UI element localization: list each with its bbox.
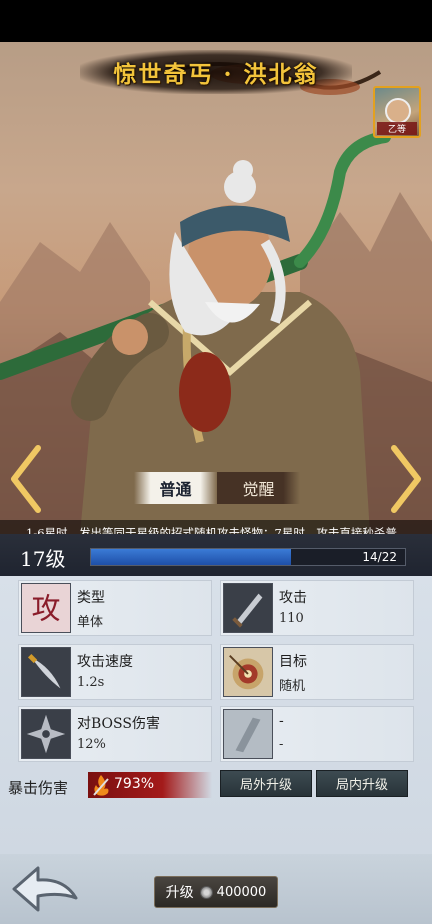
crit-damage-badge: 793%	[88, 772, 212, 798]
stat-value: 单体	[77, 615, 104, 630]
level-label: 17级	[20, 547, 66, 571]
portrait-face	[385, 98, 411, 124]
stat-attack: 攻击 110	[220, 580, 414, 636]
sword-icon	[223, 583, 273, 633]
fire-blade-icon	[93, 775, 109, 796]
skill-description: 1-6星时，发出等同于星级的招式随机攻击怪物；7星时，攻击直接秒杀普通怪物，对B…	[0, 520, 432, 534]
attack-type-icon: 攻	[21, 583, 71, 633]
upgrade-button[interactable]: 升级 400000	[154, 876, 278, 908]
outer-upgrade-button[interactable]: 局外升级	[220, 770, 312, 797]
stats-panel: 17级 14/22 攻 类型 单体 攻击 110 攻击速度 1.2s 目标 随机…	[0, 534, 432, 854]
stat-boss-damage: 对BOSS伤害 12%	[18, 706, 212, 762]
upgrade-cost: 400000	[216, 884, 267, 900]
stat-value: -	[279, 737, 284, 752]
portrait-label: 乙等	[377, 122, 417, 135]
stat-type: 攻 类型 单体	[18, 580, 212, 636]
stat-value: 12%	[77, 737, 106, 752]
bottom-bar: 升级 400000	[0, 854, 432, 924]
dagger-icon	[21, 647, 71, 697]
stat-name: 攻击	[279, 590, 307, 606]
stat-value: 随机	[279, 679, 306, 694]
stat-name: -	[279, 713, 284, 729]
coin-icon	[199, 885, 213, 899]
stat-name: 类型	[77, 590, 105, 606]
hero-portrait-button[interactable]: 乙等	[373, 86, 421, 138]
next-hero-arrow-icon[interactable]	[386, 444, 426, 514]
stat-name: 对BOSS伤害	[77, 716, 160, 732]
stat-value: 1.2s	[77, 675, 105, 690]
stat-value: 110	[279, 611, 304, 626]
inner-upgrade-button[interactable]: 局内升级	[316, 770, 408, 797]
skill-tabs: 普通 觉醒	[134, 472, 300, 504]
crit-damage-value: 793%	[114, 776, 155, 792]
tab-awaken[interactable]: 觉醒	[217, 472, 300, 504]
stat-name: 目标	[279, 654, 307, 670]
stat-target: 目标 随机	[220, 644, 414, 700]
xp-progress-bar: 14/22	[90, 548, 406, 566]
back-arrow-icon[interactable]	[8, 862, 80, 916]
previous-hero-arrow-icon[interactable]	[6, 444, 46, 514]
tab-normal[interactable]: 普通	[134, 472, 217, 504]
upgrade-label: 升级	[165, 885, 194, 901]
hero-illustration	[0, 62, 432, 534]
svg-text:攻: 攻	[32, 592, 61, 626]
crit-damage-label: 暴击伤害	[8, 779, 69, 797]
hero-title-banner: 惊世奇丐 · 洪北翁	[80, 50, 352, 94]
target-icon	[223, 647, 273, 697]
top-status-bar	[0, 0, 432, 42]
hero-title: 惊世奇丐 · 洪北翁	[113, 61, 319, 88]
xp-progress-text: 14/22	[362, 550, 397, 564]
level-row: 17级 14/22	[0, 534, 432, 576]
hero-art-area: 惊世奇丐 · 洪北翁 乙等 普通 觉醒 1-6星时，发出等同于星级的招式随机攻击…	[0, 42, 432, 534]
blade-icon	[223, 709, 273, 759]
stat-name: 攻击速度	[77, 654, 133, 670]
shuriken-icon	[21, 709, 71, 759]
stat-empty: - -	[220, 706, 414, 762]
xp-progress-fill	[91, 549, 291, 565]
stat-attack-speed: 攻击速度 1.2s	[18, 644, 212, 700]
